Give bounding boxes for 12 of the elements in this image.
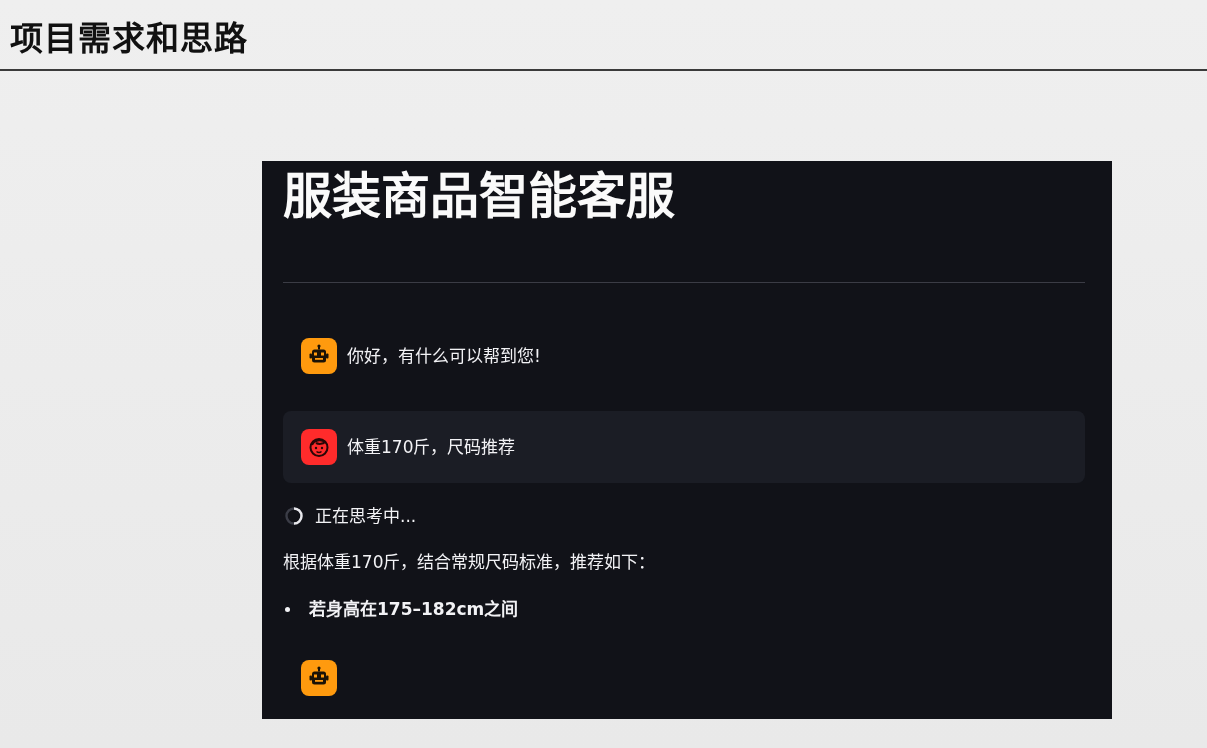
robot-avatar-icon xyxy=(301,338,337,374)
message-text: 你好，有什么可以帮到您! xyxy=(347,345,541,368)
app-title: 服装商品智能客服 xyxy=(283,167,676,227)
face-avatar-icon xyxy=(301,429,337,465)
message-text: 体重170斤，尺码推荐 xyxy=(347,436,516,459)
bullet-icon xyxy=(285,606,290,612)
robot-avatar-icon xyxy=(301,660,337,696)
status-text: 正在思考中... xyxy=(315,505,417,528)
slide-title: 项目需求和思路 xyxy=(10,18,248,59)
spinner-icon xyxy=(285,507,303,525)
answer-text: 根据体重170斤，结合常规尺码标准，推荐如下： xyxy=(283,551,657,574)
bullet-text: 若身高在175–182cm之间 xyxy=(309,598,519,621)
